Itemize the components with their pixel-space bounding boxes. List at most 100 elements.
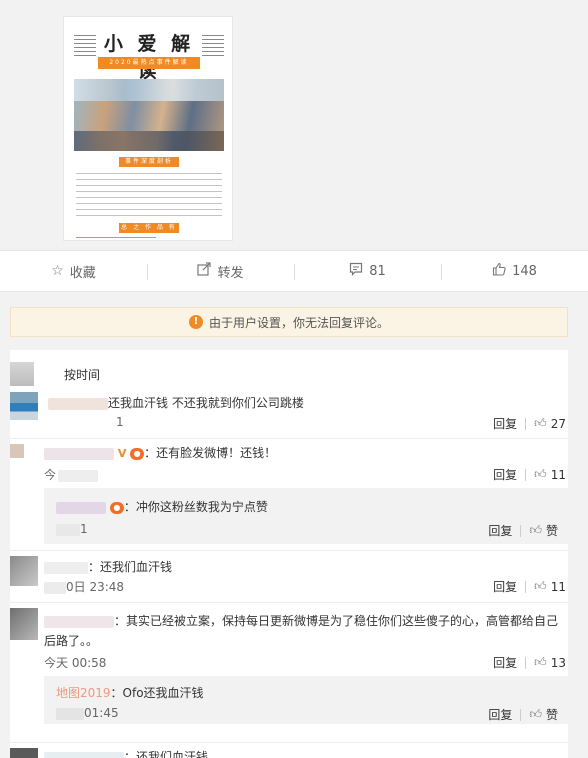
user-name[interactable] bbox=[56, 501, 106, 514]
comment-sort-row: 按时间 bbox=[10, 360, 568, 386]
user-name[interactable] bbox=[44, 751, 124, 758]
comments-area: ! 由于用户设置，你无法回复评论。 按时间 还我血汗钱 不还我就到你们公司跳楼 … bbox=[0, 292, 588, 758]
like-count[interactable]: 27 bbox=[551, 417, 566, 431]
poster-body-text bbox=[76, 173, 222, 219]
poster-subtitle: 2020最热点事件解读 bbox=[98, 57, 200, 69]
sort-by-time[interactable]: 按时间 bbox=[64, 366, 100, 383]
reply-button[interactable]: 回复 bbox=[488, 522, 512, 539]
comment-text-continued: 后路了。。 bbox=[44, 634, 99, 648]
comment-reply: ● ：冲你这粉丝数我为宁点赞 1 回复 👍︎ 赞 bbox=[44, 488, 568, 544]
divider bbox=[520, 524, 522, 537]
favorite-button[interactable]: ☆ 收藏 bbox=[0, 251, 147, 291]
repost-label: 转发 bbox=[217, 265, 244, 281]
comment-item: ：还我们血汗钱 bbox=[10, 744, 568, 758]
comment-content: 还我血汗钱 不还我就到你们公司跳楼 bbox=[48, 394, 304, 411]
like-count: 148 bbox=[512, 263, 537, 279]
post-action-bar: ☆ 收藏 转发 81 148 bbox=[0, 250, 588, 292]
divider bbox=[525, 580, 527, 593]
star-icon: ☆ bbox=[51, 263, 64, 279]
comment-content: ：还我们血汗钱 bbox=[44, 748, 208, 758]
notice-text: 由于用户设置，你无法回复评论。 bbox=[208, 315, 389, 330]
like-count[interactable]: 13 bbox=[551, 656, 566, 670]
reply-text: ：Ofo还我血汗钱 bbox=[110, 686, 204, 700]
thumbs-up-icon[interactable]: 👍︎ bbox=[529, 523, 542, 538]
reply-actions: 回复 👍︎ 赞 bbox=[488, 522, 558, 539]
favorite-label: 收藏 bbox=[69, 265, 96, 281]
reply-actions: 回复 👍︎ 赞 bbox=[488, 706, 558, 723]
like-button[interactable]: 148 bbox=[441, 251, 588, 291]
comment-list: 按时间 还我血汗钱 不还我就到你们公司跳楼 1 回复 👍︎ 27 V ● ：还有脸… bbox=[10, 350, 568, 758]
reply-button[interactable]: 回复 bbox=[488, 706, 512, 723]
warning-icon: ! bbox=[188, 315, 203, 329]
user-name[interactable]: 地图2019 bbox=[56, 686, 111, 700]
reply-text: ：冲你这粉丝数我为宁点赞 bbox=[123, 500, 268, 514]
comment-content: V ● ：还有脸发微博！还钱！ bbox=[44, 444, 276, 461]
poster-section-tag-2: 总 之 作 品 有 误 bbox=[119, 223, 179, 240]
thumbs-up-icon[interactable]: 👍︎ bbox=[529, 707, 542, 722]
poster-decor-lines bbox=[202, 35, 224, 57]
comment-count: 81 bbox=[369, 263, 386, 279]
divider bbox=[525, 417, 527, 430]
comment-time: 1 bbox=[116, 415, 124, 429]
comment-text: 还我血汗钱 不还我就到你们公司跳楼 bbox=[108, 396, 304, 410]
thumbs-up-icon[interactable]: 👍︎ bbox=[534, 416, 547, 431]
comment-time: 今 bbox=[44, 466, 99, 483]
thumbs-up-icon[interactable]: 👍︎ bbox=[534, 579, 547, 594]
user-name[interactable] bbox=[44, 561, 88, 574]
divider bbox=[10, 550, 568, 551]
comment-actions: 回复 👍︎ 11 bbox=[493, 466, 566, 483]
comment-item: ：还我们血汗钱 0日 23:48 回复 👍︎ 11 bbox=[10, 554, 568, 602]
avatar[interactable] bbox=[10, 556, 38, 586]
repost-button[interactable]: 转发 bbox=[147, 251, 294, 291]
avatar[interactable] bbox=[10, 748, 38, 758]
divider bbox=[520, 708, 522, 721]
comment-item: ：其实已经被立案，保持每日更新微博是为了稳住你们这些傻子的心，高管都给自己 后路… bbox=[10, 606, 568, 724]
avatar[interactable] bbox=[10, 392, 38, 420]
avatar[interactable] bbox=[10, 608, 38, 640]
reply-button[interactable]: 回复 bbox=[493, 578, 517, 595]
comment-text: ：还我们血汗钱 bbox=[124, 750, 209, 758]
comment-button[interactable]: 81 bbox=[294, 251, 441, 291]
comment-actions: 回复 👍︎ 11 bbox=[493, 578, 566, 595]
thumbs-up-icon[interactable]: 👍︎ bbox=[534, 467, 547, 482]
comment-actions: 回复 👍︎ 13 bbox=[493, 654, 566, 671]
comment-actions: 回复 👍︎ 27 bbox=[493, 415, 566, 432]
divider bbox=[525, 468, 527, 481]
divider bbox=[10, 742, 568, 743]
poster-header: 小 爱 解 读 2020最热点事件解读 bbox=[74, 29, 224, 82]
poster-body-text-2 bbox=[76, 237, 156, 240]
poster-section-tag: 事件深度剖析 bbox=[119, 157, 179, 167]
like-count[interactable]: 11 bbox=[551, 468, 566, 482]
repost-icon bbox=[197, 262, 212, 280]
reply-button[interactable]: 回复 bbox=[493, 415, 517, 432]
reply-time: 1 bbox=[56, 522, 88, 536]
thumbs-up-icon[interactable]: 👍︎ bbox=[534, 655, 547, 670]
like-label[interactable]: 赞 bbox=[546, 706, 558, 723]
comment-item: V ● ：还有脸发微博！还钱！ 今 回复 👍︎ 11 ● ：冲你这粉丝数我为宁点赞 … bbox=[10, 442, 568, 552]
divider bbox=[10, 438, 568, 439]
comment-text: ：还有脸发微博！还钱！ bbox=[144, 446, 277, 460]
comment-content: ：还我们血汗钱 bbox=[44, 558, 172, 575]
comment-icon bbox=[349, 262, 363, 280]
reply-button[interactable]: 回复 bbox=[493, 654, 517, 671]
comment-text: ：还我们血汗钱 bbox=[88, 560, 173, 574]
comment-content: ：其实已经被立案，保持每日更新微博是为了稳住你们这些傻子的心，高管都给自己 bbox=[44, 612, 558, 629]
poster-decor-lines bbox=[74, 35, 96, 57]
comment-text: ：其实已经被立案，保持每日更新微博是为了稳住你们这些傻子的心，高管都给自己 bbox=[114, 614, 559, 628]
like-label[interactable]: 赞 bbox=[546, 522, 558, 539]
avatar[interactable] bbox=[10, 362, 34, 386]
user-name[interactable] bbox=[48, 397, 108, 410]
post-image[interactable]: 小 爱 解 读 2020最热点事件解读 事件深度剖析 总 之 作 品 有 误 bbox=[63, 16, 233, 241]
reply-disabled-notice: ! 由于用户设置，你无法回复评论。 bbox=[10, 307, 568, 337]
avatar[interactable] bbox=[10, 444, 24, 458]
poster-title: 小 爱 解 读 bbox=[103, 33, 195, 82]
reply-content: 地图2019：Ofo还我血汗钱 bbox=[56, 684, 204, 701]
fan-badge-icon: ● bbox=[109, 501, 124, 514]
post-image-area: 小 爱 解 读 2020最热点事件解读 事件深度剖析 总 之 作 品 有 误 bbox=[0, 0, 588, 250]
like-count[interactable]: 11 bbox=[551, 580, 566, 594]
reply-button[interactable]: 回复 bbox=[493, 466, 517, 483]
user-name[interactable] bbox=[44, 615, 114, 628]
user-name[interactable] bbox=[44, 447, 114, 460]
comment-time: 今天 00:58 bbox=[44, 656, 107, 670]
reply-time: 01:45 bbox=[56, 706, 119, 720]
